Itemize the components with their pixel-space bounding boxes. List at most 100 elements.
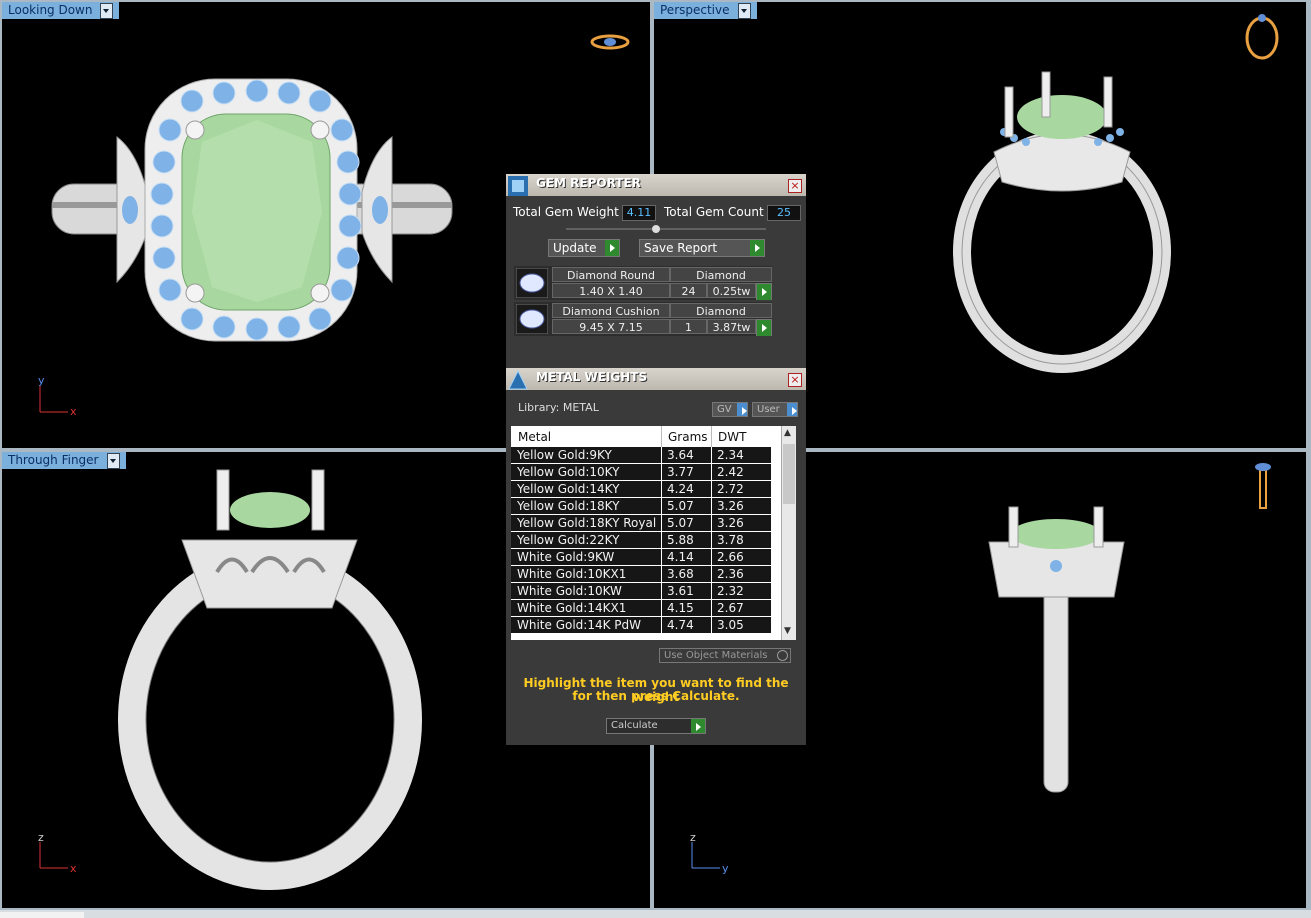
view-cube-icon[interactable]: [590, 34, 630, 50]
scroll-thumb[interactable]: [783, 444, 795, 504]
gem-size: 1.40 X 1.40: [552, 283, 670, 298]
table-row[interactable]: Yellow Gold:18KY Royal 5.07 3.26: [511, 515, 771, 532]
axis-indicator: y x: [38, 374, 77, 418]
table-row[interactable]: Yellow Gold:9KY 3.64 2.34: [511, 447, 771, 464]
gem-row[interactable]: Diamond Cushion Diamond 9.45 X 7.15 1 3.…: [514, 302, 772, 336]
gem-material: Diamond: [670, 303, 772, 318]
gem-select-button[interactable]: [756, 319, 772, 336]
dwt-cell: 3.05: [717, 618, 744, 632]
gem-name: Diamond Cushion: [552, 303, 670, 318]
stone-facets: [192, 120, 322, 302]
calculate-button[interactable]: Calculate: [606, 718, 706, 734]
table-row[interactable]: White Gold:10KW 3.61 2.32: [511, 583, 771, 600]
gem-reporter-title-bar[interactable]: GEM REPORTER ×: [506, 174, 806, 196]
total-gem-weight-label: Total Gem Weight: [513, 205, 619, 219]
gem-row[interactable]: Diamond Round Diamond 1.40 X 1.40 24 0.2…: [514, 266, 772, 300]
table-row[interactable]: White Gold:10KX1 3.68 2.36: [511, 566, 771, 583]
save-report-label: Save Report: [644, 241, 718, 255]
gallery: [181, 539, 358, 609]
table-row[interactable]: Yellow Gold:18KY 5.07 3.26: [511, 498, 771, 515]
metal-cell: Yellow Gold:14KY: [517, 482, 620, 496]
side-stone-left: [122, 196, 138, 224]
metal-weights-title: METAL WEIGHTS: [536, 370, 648, 384]
axis-indicator: z y: [690, 832, 729, 875]
dwt-cell: 2.72: [717, 482, 744, 496]
dwt-cell: 2.42: [717, 465, 744, 479]
gem-count: 1: [670, 319, 707, 334]
calculate-label: Calculate: [611, 720, 658, 731]
gem-select-button[interactable]: [756, 283, 772, 300]
metal-cell: White Gold:14K PdW: [517, 618, 642, 632]
ring-orientation-icon[interactable]: [1245, 14, 1279, 60]
table-row[interactable]: White Gold:14KX1 4.15 2.67: [511, 600, 771, 617]
cushion-diamond-icon: [516, 304, 548, 334]
ring-band: [118, 550, 422, 890]
metal-weights-title-bar[interactable]: METAL WEIGHTS ×: [506, 368, 806, 390]
axis-h-label: x: [70, 405, 77, 418]
grams-cell: 3.64: [667, 448, 694, 462]
table-row[interactable]: White Gold:14K PdW 4.74 3.05: [511, 617, 771, 634]
side-stone-right: [372, 196, 388, 224]
divider-collapse-icon[interactable]: [566, 224, 766, 234]
scroll-down-icon[interactable]: ▼: [784, 626, 793, 636]
use-object-materials-toggle[interactable]: Use Object Materials: [659, 648, 791, 663]
close-icon[interactable]: ×: [788, 179, 802, 193]
prong-left: [216, 469, 230, 531]
table-row[interactable]: White Gold:9KW 4.14 2.66: [511, 549, 771, 566]
toggle-icon: [737, 403, 747, 416]
table-scrollbar[interactable]: ▲ ▼: [781, 426, 796, 640]
table-row[interactable]: Yellow Gold:22KY 5.88 3.78: [511, 532, 771, 549]
user-label: User: [757, 404, 780, 415]
dwt-cell: 2.32: [717, 584, 744, 598]
dwt-cell: 2.34: [717, 448, 744, 462]
gem-weight: 3.87tw: [707, 319, 756, 334]
scroll-up-icon[interactable]: ▲: [784, 428, 793, 438]
gv-label: GV: [717, 404, 732, 415]
dwt-cell: 3.26: [717, 516, 744, 530]
total-gem-count-label: Total Gem Count: [664, 205, 764, 219]
total-gem-count-value: 25: [767, 205, 801, 221]
col-dwt: DWT: [718, 430, 747, 444]
table-row[interactable]: Yellow Gold:10KY 3.77 2.42: [511, 464, 771, 481]
ring-shank: [1043, 571, 1069, 793]
save-report-button[interactable]: Save Report: [639, 239, 765, 257]
round-diamond-icon: [516, 268, 548, 298]
metal-weights-table[interactable]: Metal Grams DWT Yellow Gold:9KY 3.64 2.34 Y…: [511, 426, 796, 640]
user-toggle[interactable]: User: [752, 402, 798, 417]
ring-side-orientation-icon[interactable]: [1255, 463, 1271, 509]
metal-cell: White Gold:9KW: [517, 550, 615, 564]
gem-size: 9.45 X 7.15: [552, 319, 670, 334]
prong-right: [311, 469, 325, 531]
play-icon: [757, 320, 771, 336]
grams-cell: 5.88: [667, 533, 694, 547]
metal-cell: Yellow Gold:22KY: [517, 533, 620, 547]
axis-h-label: y: [722, 862, 729, 875]
gv-toggle[interactable]: GV: [712, 402, 748, 417]
play-icon: [691, 719, 705, 733]
play-icon: [757, 284, 771, 300]
close-icon[interactable]: ×: [788, 373, 802, 387]
table-row[interactable]: Yellow Gold:14KY 4.24 2.72: [511, 481, 771, 498]
gem-name: Diamond Round: [552, 267, 670, 282]
toggle-icon: [787, 403, 797, 416]
grams-cell: 4.74: [667, 618, 694, 632]
grams-cell: 4.15: [667, 601, 694, 615]
prong-right: [1093, 506, 1104, 548]
metal-cell: Yellow Gold:10KY: [517, 465, 620, 479]
library-label: Library: METAL: [518, 401, 599, 414]
metal-weights-panel: METAL WEIGHTS × Library: METAL GV User M…: [506, 368, 806, 745]
gem-count: 24: [670, 283, 707, 298]
dwt-cell: 3.26: [717, 499, 744, 513]
axis-v-label: z: [38, 832, 44, 844]
update-button[interactable]: Update: [548, 239, 620, 257]
gallery: [993, 134, 1131, 192]
grams-cell: 4.24: [667, 482, 694, 496]
axis-v-label: z: [690, 832, 696, 844]
gem-material: Diamond: [670, 267, 772, 282]
grams-cell: 3.77: [667, 465, 694, 479]
grams-cell: 3.61: [667, 584, 694, 598]
radio-icon: [777, 650, 788, 661]
taskbar-tab[interactable]: [0, 912, 84, 918]
gem-reporter-panel: GEM REPORTER × Total Gem Weight 4.11 Tot…: [506, 174, 806, 368]
gem-reporter-title: GEM REPORTER: [536, 176, 641, 190]
